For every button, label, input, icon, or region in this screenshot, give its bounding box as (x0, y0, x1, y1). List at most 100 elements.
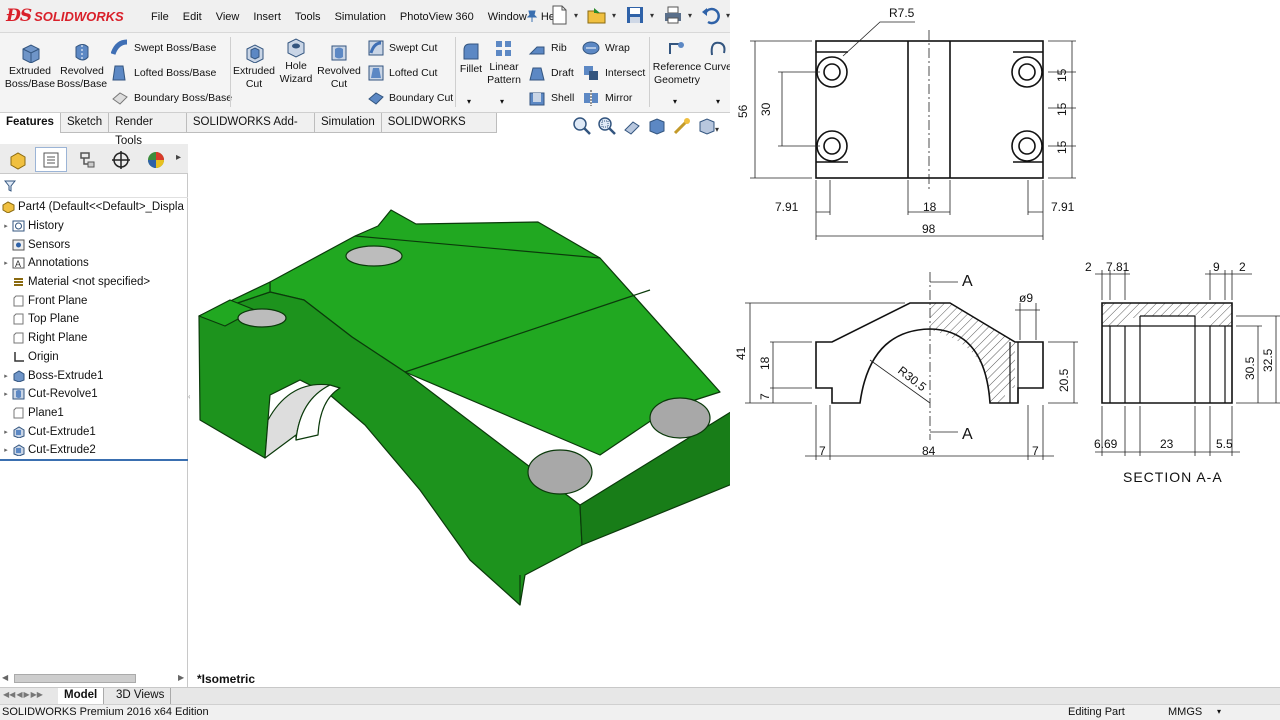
scroll-right-icon[interactable]: ▶ (178, 673, 184, 682)
pin-icon[interactable] (526, 9, 538, 26)
tab-render-tools[interactable]: Render Tools (109, 113, 187, 147)
expand-arrow-icon[interactable]: ▸ (0, 222, 12, 230)
zoom-to-fit-icon[interactable] (572, 116, 592, 136)
section-view-icon[interactable] (647, 116, 667, 136)
menu-tools[interactable]: Tools (288, 11, 328, 23)
horizontal-scrollbar[interactable]: ◀ ▶ (0, 671, 188, 685)
save-icon[interactable] (624, 4, 646, 26)
shell-button[interactable]: Shell (528, 89, 574, 107)
tree-item-cut-extrude1[interactable]: ▸ Cut-Extrude1 (0, 422, 188, 441)
extruded-cut-button[interactable]: Extruded Cut (232, 41, 276, 91)
mirror-button[interactable]: Mirror (582, 89, 632, 107)
chevron-down-icon[interactable]: ▾ (574, 11, 582, 20)
first-tab-icon[interactable]: ◀◀ (3, 690, 15, 699)
chevron-right-icon[interactable]: ▸ (176, 152, 181, 163)
solidworks-logo[interactable]: ĐS SOLIDWORKS (6, 4, 124, 28)
curves-dropdown-icon[interactable]: ▾ (716, 97, 720, 106)
chevron-down-icon[interactable]: ▾ (612, 11, 620, 20)
tree-item-cut-revolve1[interactable]: ▸ Cut-Revolve1 (0, 385, 188, 404)
chevron-down-icon[interactable]: ▾ (650, 11, 658, 20)
units-dropdown-icon[interactable]: ▾ (1217, 707, 1221, 716)
reference-geometry-button[interactable]: Reference Geometry (652, 39, 702, 87)
intersect-button[interactable]: Intersect (582, 64, 645, 82)
menu-photoview[interactable]: PhotoView 360 (393, 11, 481, 23)
scroll-left-icon[interactable]: ◀ (2, 673, 8, 682)
rollback-bar[interactable] (0, 459, 188, 461)
tab-features[interactable]: Features (0, 113, 61, 133)
isometric-model-view[interactable] (190, 135, 743, 687)
menu-insert[interactable]: Insert (246, 11, 288, 23)
next-tab-icon[interactable]: ▶ (23, 690, 29, 699)
menu-file[interactable]: File (144, 11, 176, 23)
reference-dropdown-icon[interactable]: ▾ (673, 97, 677, 106)
hole-wizard-button[interactable]: Hole Wizard (276, 36, 316, 86)
menu-view[interactable]: View (209, 11, 247, 23)
boundary-boss-button[interactable]: Boundary Boss/Base (111, 89, 232, 107)
unit-system[interactable]: MMGS (1168, 706, 1202, 718)
swept-boss-button[interactable]: Swept Boss/Base (111, 39, 216, 57)
new-document-icon[interactable] (548, 4, 570, 26)
fillet-dropdown-icon[interactable]: ▾ (467, 97, 471, 106)
open-folder-icon[interactable] (586, 4, 608, 26)
tab-model[interactable]: Model (58, 688, 105, 704)
revolved-boss-button[interactable]: Revolved Boss/Base (56, 41, 108, 91)
print-icon[interactable] (662, 4, 684, 26)
tree-item-history[interactable]: ▸ History (0, 217, 188, 236)
dynamic-annotation-icon[interactable] (672, 116, 692, 136)
tab-sketch[interactable]: Sketch (61, 113, 110, 133)
tab-add-ins[interactable]: SOLIDWORKS Add-Ins (187, 113, 316, 147)
tree-item-boss-extrude1[interactable]: ▸ Boss-Extrude1 (0, 366, 188, 385)
fillet-button[interactable]: Fillet (458, 41, 484, 76)
revolved-cut-button[interactable]: Revolved Cut (316, 41, 362, 91)
extruded-cut-label-2: Cut (245, 78, 263, 90)
boundary-cut-button[interactable]: Boundary Cut (368, 89, 453, 107)
tree-item-front-plane[interactable]: Front Plane (0, 291, 188, 310)
undo-icon[interactable] (700, 4, 722, 26)
tab-mbd[interactable]: SOLIDWORKS MBD (382, 113, 497, 147)
extruded-boss-button[interactable]: Extruded Boss/Base (4, 41, 56, 91)
tree-item-top-plane[interactable]: Top Plane (0, 310, 188, 329)
feature-manager-tab[interactable] (2, 147, 34, 172)
previous-view-icon[interactable] (622, 116, 642, 136)
tree-item-right-plane[interactable]: Right Plane (0, 329, 188, 348)
graphics-area[interactable] (190, 135, 743, 687)
scrollbar-thumb[interactable] (14, 674, 136, 683)
expand-arrow-icon[interactable]: ▸ (0, 428, 12, 436)
menu-edit[interactable]: Edit (176, 11, 209, 23)
expand-arrow-icon[interactable]: ▸ (0, 372, 12, 380)
expand-arrow-icon[interactable]: ▸ (0, 259, 12, 267)
pattern-dropdown-icon[interactable]: ▾ (500, 97, 504, 106)
lofted-boss-button[interactable]: Lofted Boss/Base (111, 64, 216, 82)
view-orientation-icon[interactable]: ▾ (697, 116, 721, 136)
last-tab-icon[interactable]: ▶▶ (31, 690, 43, 699)
tree-item-sensors[interactable]: Sensors (0, 235, 188, 254)
lofted-cut-button[interactable]: Lofted Cut (368, 64, 437, 82)
swept-cut-button[interactable]: Swept Cut (368, 39, 437, 57)
linear-pattern-button[interactable]: Linear Pattern (486, 39, 522, 87)
curves-button[interactable]: Curve (704, 39, 732, 74)
rib-button[interactable]: Rib (528, 39, 567, 57)
tree-root-part[interactable]: Part4 (Default<<Default>_Displa (0, 198, 188, 217)
tab-3d-views[interactable]: 3D Views (110, 688, 172, 704)
tree-item-annotations[interactable]: ▸ A Annotations (0, 254, 188, 273)
property-manager-tab[interactable] (35, 147, 67, 172)
tree-item-label: Front Plane (28, 294, 88, 307)
prev-tab-icon[interactable]: ◀ (16, 690, 22, 699)
chevron-down-icon[interactable]: ▾ (688, 11, 696, 20)
zoom-to-area-icon[interactable] (597, 116, 617, 136)
filter-icon[interactable] (4, 180, 16, 192)
wrap-button[interactable]: Wrap (582, 39, 630, 57)
draft-button[interactable]: Draft (528, 64, 574, 82)
tree-item-material[interactable]: Material <not specified> (0, 273, 188, 292)
tree-item-plane1[interactable]: Plane1 (0, 404, 188, 423)
bearing-block-model[interactable] (198, 209, 743, 606)
configuration-manager-tab[interactable] (70, 147, 102, 172)
dimxpert-manager-tab[interactable] (105, 147, 137, 172)
expand-arrow-icon[interactable]: ▸ (0, 390, 12, 398)
tree-item-cut-extrude2[interactable]: ▸ Cut-Extrude2 (0, 441, 188, 460)
display-manager-tab[interactable] (140, 147, 172, 172)
menu-simulation[interactable]: Simulation (328, 11, 393, 23)
tree-item-origin[interactable]: Origin (0, 348, 188, 367)
tab-simulation[interactable]: Simulation (315, 113, 382, 133)
expand-arrow-icon[interactable]: ▸ (0, 446, 12, 454)
